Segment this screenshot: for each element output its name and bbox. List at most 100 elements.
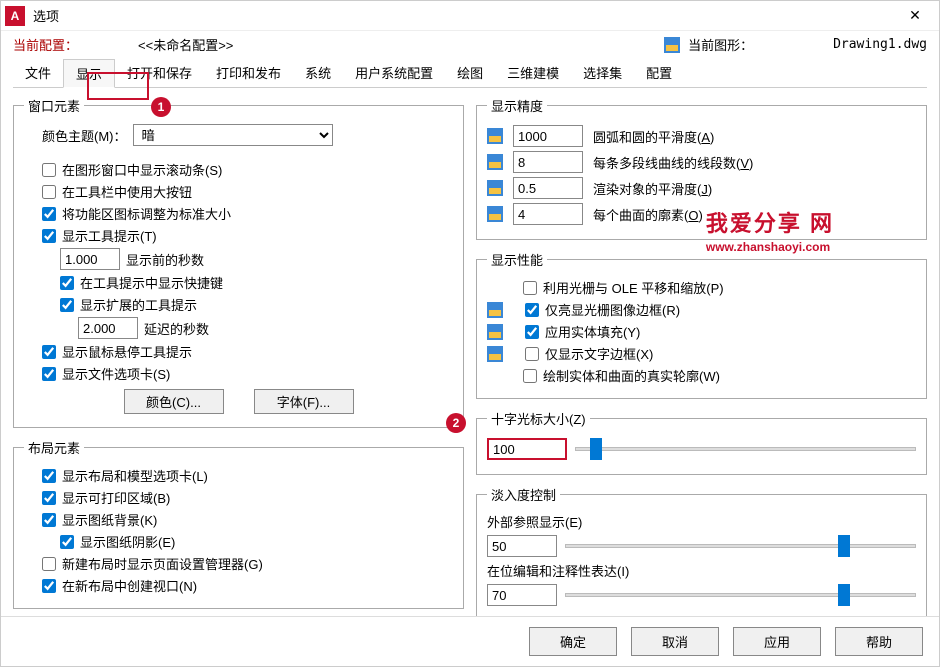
- inplace-fade-slider[interactable]: [565, 593, 916, 597]
- help-button[interactable]: 帮助: [835, 627, 923, 656]
- paper-shadow-checkbox[interactable]: [60, 535, 74, 549]
- raster-frame-checkbox[interactable]: [525, 303, 539, 317]
- fade-legend: 淡入度控制: [487, 485, 560, 504]
- file-tabs-checkbox[interactable]: [42, 367, 56, 381]
- polyline-segs-input[interactable]: [513, 151, 583, 173]
- crosshair-size-input[interactable]: [487, 438, 567, 460]
- slider-thumb[interactable]: [838, 535, 850, 557]
- profile-label: 当前配置：: [13, 35, 78, 54]
- tab-user-prefs[interactable]: 用户系统配置: [343, 59, 445, 88]
- options-dialog: A 选项 ✕ 当前配置： <<未命名配置>> 当前图形： Drawing1.dw…: [0, 0, 940, 667]
- color-button[interactable]: 颜色(C)...: [124, 389, 224, 414]
- app-icon: A: [5, 6, 25, 26]
- dialog-buttons: 确定 取消 应用 帮助: [1, 616, 939, 666]
- slider-thumb[interactable]: [590, 438, 602, 460]
- render-smooth-label: 渲染对象的平滑度(J): [593, 179, 712, 198]
- header-row: 当前配置： <<未命名配置>> 当前图形： Drawing1.dwg: [1, 31, 939, 58]
- precision-group: 显示精度 圆弧和圆的平滑度(A) 每条多段线曲线的线段数(V) 渲染对象的平滑度…: [476, 96, 927, 240]
- raster-frame-label: 仅亮显光栅图像边框(R): [545, 300, 680, 319]
- performance-legend: 显示性能: [487, 250, 547, 269]
- window-title: 选项: [33, 6, 59, 25]
- font-button[interactable]: 字体(F)...: [254, 389, 354, 414]
- page-setup-checkbox[interactable]: [42, 557, 56, 571]
- silhouette-checkbox[interactable]: [523, 369, 537, 383]
- solid-fill-checkbox[interactable]: [525, 325, 539, 339]
- layout-tabs-label: 显示布局和模型选项卡(L): [62, 466, 208, 485]
- tooltip-delay-input[interactable]: [60, 248, 120, 270]
- precision-legend: 显示精度: [487, 96, 547, 115]
- xref-fade-input[interactable]: [487, 535, 557, 557]
- arc-smooth-input[interactable]: [513, 125, 583, 147]
- tooltips-label: 显示工具提示(T): [62, 226, 157, 245]
- close-button[interactable]: ✕: [895, 1, 935, 31]
- printable-checkbox[interactable]: [42, 491, 56, 505]
- tab-3d[interactable]: 三维建模: [495, 59, 571, 88]
- paper-bg-checkbox[interactable]: [42, 513, 56, 527]
- cancel-button[interactable]: 取消: [631, 627, 719, 656]
- extended-tooltip-label: 显示扩展的工具提示: [80, 295, 197, 314]
- tooltips-checkbox[interactable]: [42, 229, 56, 243]
- paper-bg-label: 显示图纸背景(K): [62, 510, 157, 529]
- theme-label: 颜色主题(M)：: [42, 126, 127, 145]
- tab-drafting[interactable]: 绘图: [445, 59, 495, 88]
- left-column: 窗口元素 颜色主题(M)： 暗 在图形窗口中显示滚动条(S) 在工具栏中使用大按…: [13, 96, 464, 631]
- tab-selection[interactable]: 选择集: [571, 59, 634, 88]
- render-smooth-input[interactable]: [513, 177, 583, 199]
- extended-tooltip-checkbox[interactable]: [60, 298, 74, 312]
- profile-value: <<未命名配置>>: [138, 35, 233, 54]
- file-tabs-label: 显示文件选项卡(S): [62, 364, 170, 383]
- ribbon-icons-checkbox[interactable]: [42, 207, 56, 221]
- polyline-segs-label: 每条多段线曲线的线段数(V): [593, 153, 753, 172]
- shortcuts-checkbox[interactable]: [60, 276, 74, 290]
- surface-contour-label: 每个曲面的廓素(O): [593, 205, 703, 224]
- theme-select[interactable]: 暗: [133, 124, 333, 146]
- layout-tabs-checkbox[interactable]: [42, 469, 56, 483]
- silhouette-label: 绘制实体和曲面的真实轮廓(W): [543, 366, 720, 385]
- viewport-checkbox[interactable]: [42, 579, 56, 593]
- dwg-mini-icon: [487, 346, 503, 362]
- text-frame-label: 仅显示文字边框(X): [545, 344, 653, 363]
- text-frame-checkbox[interactable]: [525, 347, 539, 361]
- paper-shadow-label: 显示图纸阴影(E): [80, 532, 175, 551]
- big-buttons-checkbox[interactable]: [42, 185, 56, 199]
- window-elements-group: 窗口元素 颜色主题(M)： 暗 在图形窗口中显示滚动条(S) 在工具栏中使用大按…: [13, 96, 464, 428]
- scrollbars-label: 在图形窗口中显示滚动条(S): [62, 160, 222, 179]
- scrollbars-checkbox[interactable]: [42, 163, 56, 177]
- tab-print[interactable]: 打印和发布: [204, 59, 293, 88]
- crosshair-slider[interactable]: [575, 447, 916, 451]
- tab-bar: 文件 显示 打开和保存 打印和发布 系统 用户系统配置 绘图 三维建模 选择集 …: [13, 58, 927, 88]
- inplace-fade-input[interactable]: [487, 584, 557, 606]
- ribbon-icons-label: 将功能区图标调整为标准大小: [62, 204, 231, 223]
- performance-group: 显示性能 利用光栅与 OLE 平移和缩放(P) 仅亮显光栅图像边框(R) 应用实…: [476, 250, 927, 399]
- tab-files[interactable]: 文件: [13, 59, 63, 88]
- dwg-mini-icon: [487, 324, 503, 340]
- xref-fade-slider[interactable]: [565, 544, 916, 548]
- ok-button[interactable]: 确定: [529, 627, 617, 656]
- apply-button[interactable]: 应用: [733, 627, 821, 656]
- dwg-mini-icon: [487, 154, 503, 170]
- pan-zoom-checkbox[interactable]: [523, 281, 537, 295]
- arc-smooth-label: 圆弧和圆的平滑度(A): [593, 127, 714, 146]
- xref-fade-label: 外部参照显示(E): [487, 512, 916, 531]
- slider-thumb[interactable]: [838, 584, 850, 606]
- surface-contour-input[interactable]: [513, 203, 583, 225]
- tab-system[interactable]: 系统: [293, 59, 343, 88]
- dwg-mini-icon: [487, 128, 503, 144]
- tab-open-save[interactable]: 打开和保存: [115, 59, 204, 88]
- tooltip-delay-label: 显示前的秒数: [126, 250, 204, 269]
- drawing-value: Drawing1.dwg: [833, 37, 927, 52]
- tab-display[interactable]: 显示: [63, 59, 115, 88]
- dwg-mini-icon: [487, 302, 503, 318]
- right-column: 显示精度 圆弧和圆的平滑度(A) 每条多段线曲线的线段数(V) 渲染对象的平滑度…: [476, 96, 927, 631]
- window-elements-legend: 窗口元素: [24, 96, 84, 115]
- dwg-icon: [664, 37, 680, 53]
- annotation-marker-1: 1: [151, 97, 171, 117]
- crosshair-group: 十字光标大小(Z): [476, 409, 927, 475]
- tab-profiles[interactable]: 配置: [634, 59, 684, 88]
- hover-tooltip-label: 显示鼠标悬停工具提示: [62, 342, 192, 361]
- extended-delay-input[interactable]: [78, 317, 138, 339]
- crosshair-legend: 十字光标大小(Z): [487, 409, 590, 428]
- hover-tooltip-checkbox[interactable]: [42, 345, 56, 359]
- fade-group: 淡入度控制 外部参照显示(E) 在位编辑和注释性表达(I): [476, 485, 927, 621]
- extended-delay-label: 延迟的秒数: [144, 319, 209, 338]
